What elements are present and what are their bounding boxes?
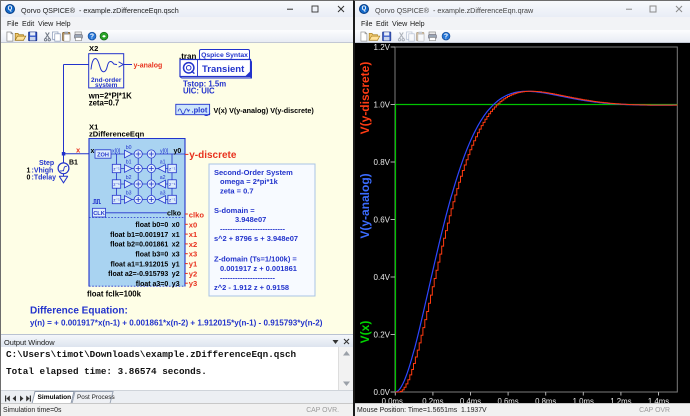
svg-text:V(y-analog): V(y-analog) [358,173,372,238]
svg-text:clko: clko [167,210,181,217]
svg-text:y(n) = + 0.001917*x(n-1) + 0.: y(n) = + 0.001917*x(n-1) + 0.001861*x(n-… [30,318,323,327]
svg-text:Step: Step [39,160,54,167]
svg-text:?: ? [444,33,448,40]
svg-text::Vhigh: :Vhigh [32,167,54,174]
svg-text:z⁻¹: z⁻¹ [169,167,176,173]
svg-text:y-analog: y-analog [134,62,163,69]
svg-text:.plot: .plot [192,105,208,114]
svg-text:x3: x3 [189,250,197,259]
svg-text:float a1=1.912015: float a1=1.912015 [111,261,169,268]
svg-text:z⁻¹: z⁻¹ [113,182,120,188]
svg-text:0.8V: 0.8V [374,158,391,167]
svg-text::Tdelay: :Tdelay [32,175,57,182]
svg-text:1: 1 [27,167,31,174]
svg-text:Difference Equation:: Difference Equation: [30,306,128,317]
svg-text:float b2=0.001861: float b2=0.001861 [110,242,168,249]
svg-text:b0: b0 [126,145,132,151]
svg-text:Second-Order System: Second-Order System [214,168,293,177]
svg-text:float b1=0.001917: float b1=0.001917 [110,232,168,239]
svg-text:s^2 + 8796 s + 3.948e07: s^2 + 8796 s + 3.948e07 [214,234,298,243]
svg-text:z⁻¹: z⁻¹ [113,198,120,204]
svg-text:a2: a2 [160,175,166,181]
svg-text:float a3=0: float a3=0 [136,281,169,288]
svg-text:ZOH: ZOH [97,153,109,159]
svg-text:V(x) V(y-analog) V(y-discrete): V(x) V(y-analog) V(y-discrete) [214,106,315,115]
svg-text:x[0]: x[0] [112,148,121,154]
svg-text:1.2V: 1.2V [374,43,391,52]
svg-text:omega = 2*pi*1k: omega = 2*pi*1k [220,177,279,186]
svg-text:----------------------: ---------------------- [220,273,275,282]
svg-text:a3: a3 [160,191,166,197]
svg-text:a1: a1 [160,160,166,166]
svg-text:x: x [91,148,95,155]
svg-text:V(y-discrete): V(y-discrete) [358,62,372,135]
svg-text:b3: b3 [126,191,132,197]
svg-text:float a2=-0.915793: float a2=-0.915793 [108,271,168,278]
svg-text:0: 0 [27,175,31,182]
svg-text:x0: x0 [172,222,180,229]
svg-text:x1: x1 [189,230,198,239]
svg-text:x1: x1 [172,232,180,239]
svg-text:z⁻¹: z⁻¹ [113,167,120,173]
svg-text:y1: y1 [172,261,180,268]
svg-text:y2: y2 [189,269,197,278]
svg-text:S-domain =: S-domain = [214,206,255,215]
svg-text:b1: b1 [126,160,132,166]
svg-text:b2: b2 [126,175,132,181]
svg-text:Z-domain (Ts=1/100k) =: Z-domain (Ts=1/100k) = [214,255,297,264]
svg-text:x3: x3 [172,251,180,258]
svg-text:Transient: Transient [202,64,245,75]
svg-text:3.948e07: 3.948e07 [235,215,266,224]
svg-text:0.4V: 0.4V [374,273,391,282]
svg-text:float b0=0: float b0=0 [135,222,168,229]
svg-text:y2: y2 [172,271,180,278]
svg-text:float fclk=100k: float fclk=100k [87,289,142,298]
svg-text:zeta=0.7: zeta=0.7 [89,98,120,107]
svg-text:y1: y1 [189,260,198,269]
svg-text:V(x): V(x) [358,321,372,344]
svg-text:Qspice Syntax: Qspice Syntax [201,52,248,59]
svg-text:system: system [95,82,118,89]
svg-text:y-discrete: y-discrete [189,150,237,161]
svg-text:y[0]: y[0] [160,148,169,154]
svg-text:--------------------------: -------------------------- [220,225,285,234]
svg-text:X2: X2 [89,44,98,53]
svg-text:z^2 - 1.912 z + 0.9158: z^2 - 1.912 z + 0.9158 [214,283,289,292]
svg-text:0.001917 z + 0.001861: 0.001917 z + 0.001861 [220,264,297,273]
svg-text:0.6V: 0.6V [374,215,391,224]
svg-text:1.0V: 1.0V [374,100,391,109]
svg-text:0.0V: 0.0V [374,388,391,397]
svg-text:zDifferenceEqn: zDifferenceEqn [89,130,145,139]
svg-text:x2: x2 [189,240,197,249]
svg-text:z⁻¹: z⁻¹ [169,182,176,188]
svg-text:CLK: CLK [93,211,105,217]
svg-text:y3: y3 [189,279,197,288]
svg-text:z⁻¹: z⁻¹ [169,198,176,204]
svg-text:x0: x0 [189,220,197,229]
svg-text:y3: y3 [172,281,180,288]
svg-text:zeta = 0.7: zeta = 0.7 [220,187,254,196]
svg-text:?: ? [90,33,94,40]
svg-text:B1: B1 [69,160,78,167]
svg-text:float b3=0: float b3=0 [135,251,168,258]
svg-text:clko: clko [189,210,205,219]
svg-text:0.2V: 0.2V [374,330,391,339]
svg-text:UIC: UIC: UIC: UIC [183,86,215,95]
svg-text:x2: x2 [172,242,180,249]
svg-text:y0: y0 [174,148,182,155]
